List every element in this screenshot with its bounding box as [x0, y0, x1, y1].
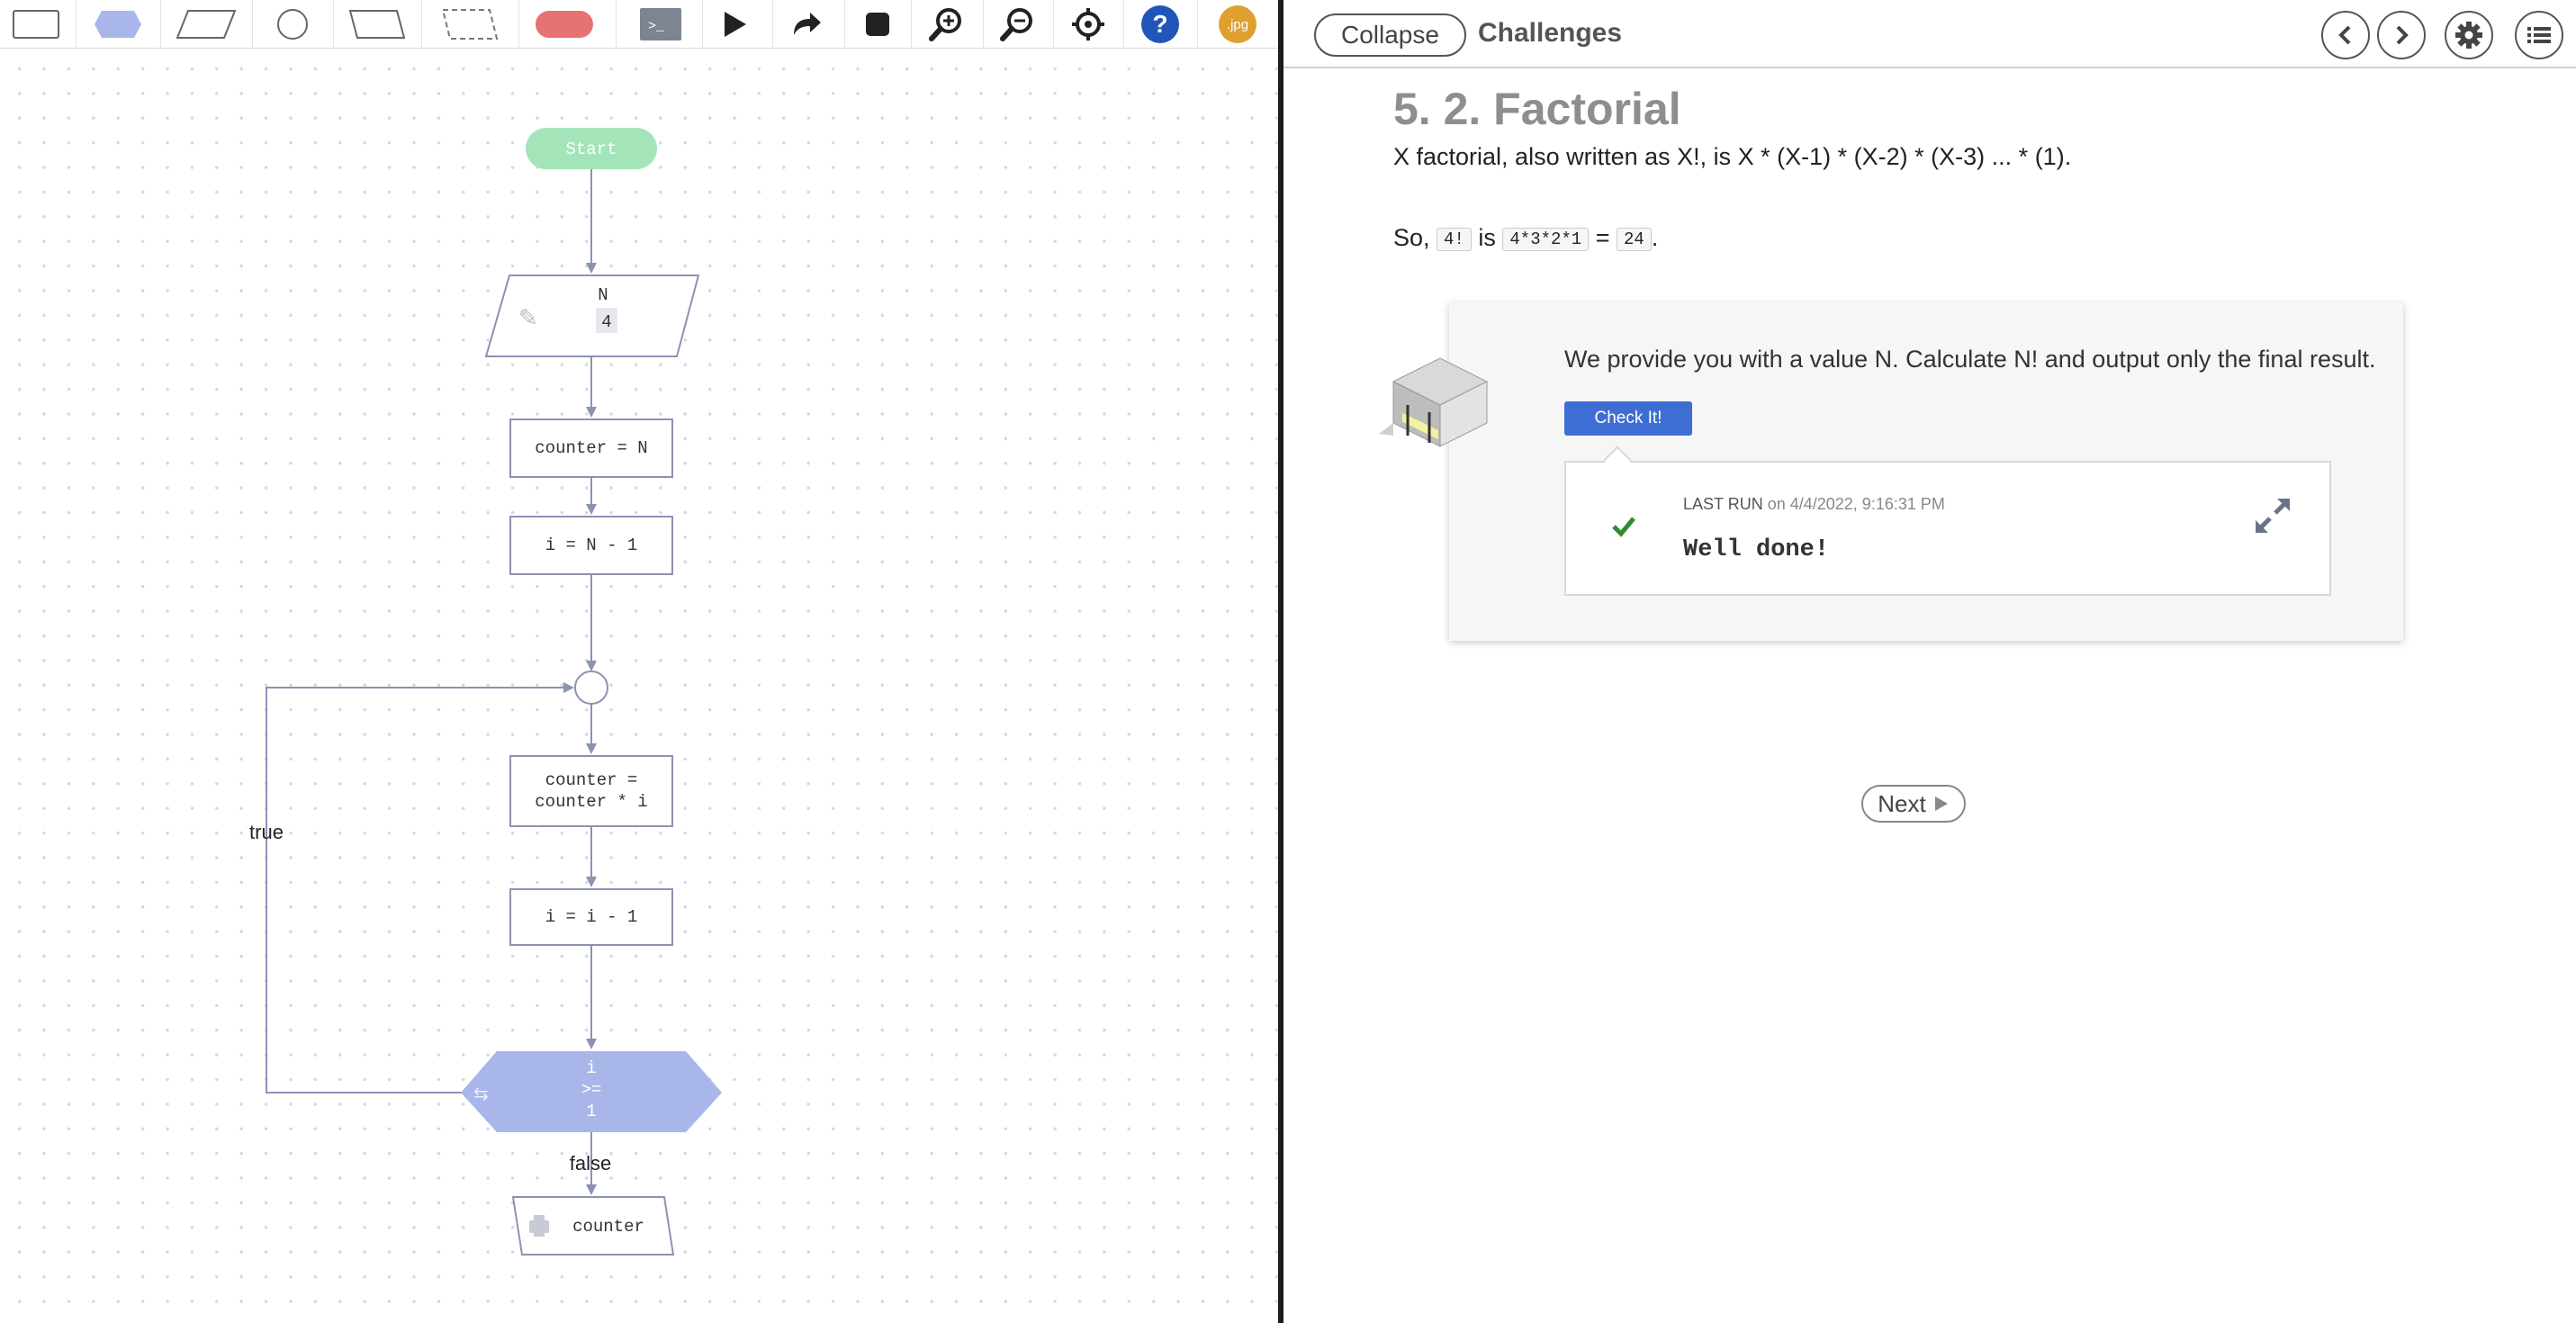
next-button[interactable]: Next: [1861, 785, 1966, 823]
svg-text:>=: >=: [581, 1080, 602, 1100]
list-icon: [2527, 27, 2551, 43]
check-it-button[interactable]: Check It!: [1564, 401, 1692, 436]
last-run-info: Last Run on 4/4/2022, 9:16:31 PM: [1683, 495, 1945, 513]
pencil-icon: ✎: [518, 304, 538, 331]
example-code: 4*3*2*1: [1502, 228, 1590, 251]
svg-text:counter =: counter =: [545, 770, 638, 790]
challenge-panel: Collapse Challenges 5. 2. Factorial X fa…: [1283, 0, 2576, 1323]
header-title: Challenges: [1478, 18, 1623, 48]
last-run-result: [1564, 461, 2331, 596]
input-node[interactable]: ✎ N 4: [484, 274, 700, 357]
menu-list-button[interactable]: [2515, 11, 2563, 59]
assign-counter-node[interactable]: counter = N: [509, 418, 673, 478]
decrement-i-node[interactable]: i = i - 1: [509, 888, 673, 946]
next-label: Next: [1878, 789, 1926, 817]
svg-text:i = N - 1: i = N - 1: [545, 536, 638, 555]
assign-i-node[interactable]: i = N - 1: [509, 516, 673, 575]
settings-button[interactable]: [2445, 11, 2493, 59]
true-edge-label: true: [249, 821, 284, 843]
svg-text:Start: Start: [565, 140, 617, 159]
challenge-description: X factorial, also written as X!, is X * …: [1393, 143, 2072, 170]
chevron-right-icon: [2396, 25, 2409, 45]
previous-button[interactable]: [2321, 11, 2370, 59]
gear-icon: [2455, 22, 2482, 49]
svg-text:i: i: [586, 1058, 596, 1078]
svg-text:counter = N: counter = N: [535, 438, 647, 458]
decision-node[interactable]: ⇆ i >= 1: [461, 1051, 722, 1132]
svg-text:counter * i: counter * i: [535, 792, 647, 812]
loop-join-node[interactable]: [574, 670, 608, 705]
challenge-example: So, 4! is 4*3*2*1 = 24.: [1393, 224, 1659, 251]
example-code: 24: [1617, 228, 1652, 251]
challenge-title: 5. 2. Factorial: [1393, 84, 1681, 134]
svg-text:i = i - 1: i = i - 1: [545, 907, 638, 927]
flowchart-canvas: Start ✎ N 4 counter = N i = N - 1 counte…: [249, 128, 722, 1256]
multiply-counter-node[interactable]: counter = counter * i: [509, 755, 673, 827]
svg-text:N: N: [598, 285, 608, 305]
next-nav-button[interactable]: [2377, 11, 2426, 59]
task-text: We provide you with a value N. Calculate…: [1564, 346, 2376, 373]
svg-text:4: 4: [601, 312, 611, 332]
sandbox-illustration-icon: [1379, 357, 1489, 447]
flowchart-editor[interactable]: >_ ? .jpg Start ✎ N 4 counter = N i = N …: [0, 0, 1278, 1323]
panel-header: Collapse Challenges: [1283, 0, 2576, 68]
svg-text:counter: counter: [572, 1217, 644, 1237]
result-message: Well done!: [1683, 536, 1830, 563]
chevron-left-icon: [2338, 25, 2351, 45]
start-node[interactable]: Start: [526, 128, 657, 169]
example-code: 4!: [1437, 228, 1472, 251]
svg-text:1: 1: [586, 1102, 596, 1121]
false-edge-label: false: [570, 1152, 611, 1174]
play-triangle-icon: [1934, 796, 1948, 811]
shuffle-icon: ⇆: [473, 1084, 489, 1104]
output-node[interactable]: counter: [511, 1196, 675, 1256]
expand-icon[interactable]: [2254, 497, 2292, 535]
collapse-button[interactable]: Collapse: [1314, 14, 1466, 57]
challenge-content: 5. 2. Factorial X factorial, also writte…: [1393, 81, 2518, 259]
checkmark-icon: [1612, 517, 1635, 537]
